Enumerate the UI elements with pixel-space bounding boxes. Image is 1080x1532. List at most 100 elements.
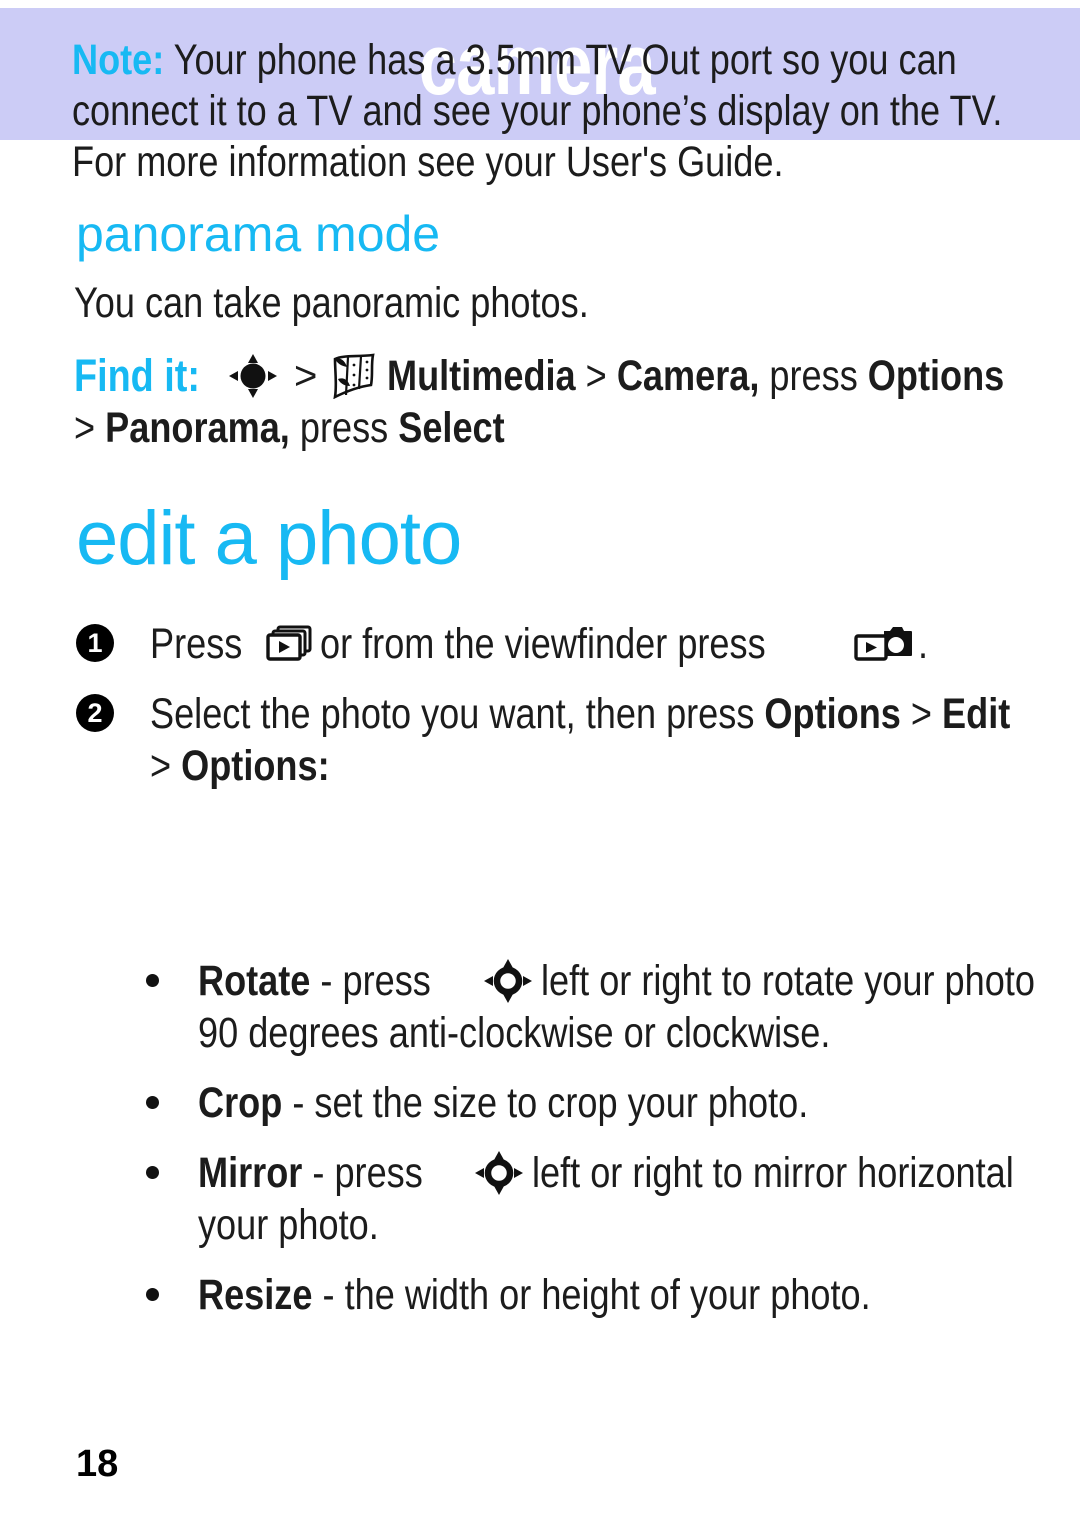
section-heading-edit-a-photo: edit a photo	[76, 496, 462, 581]
spacer-k	[324, 1149, 334, 1197]
bullet-resize-term: Resize	[198, 1270, 313, 1319]
dpad-ring-icon	[468, 1150, 530, 1196]
find-it-line-1: Find it: > Multimedia > Camera, press Op…	[74, 350, 1080, 402]
find-it-label: Find it:	[74, 350, 200, 401]
step-2-sep-1: >	[900, 689, 943, 738]
steps-list: 1 Press or from the viewfinder press . 2…	[72, 618, 1080, 810]
bullet-dot-icon	[146, 1166, 159, 1179]
spacer-l	[312, 1271, 322, 1319]
bullet-rotate-line2: 90 degrees anti-clockwise or clockwise.	[198, 1008, 831, 1057]
panorama-description: You can take panoramic photos.	[74, 279, 589, 327]
bullet-rotate: Rotate - press left or right to rotate y…	[140, 955, 1080, 1059]
multimedia-filmstrip-icon	[327, 353, 381, 400]
spacer-g	[332, 957, 342, 1005]
spacer-f	[310, 957, 320, 1005]
bullet-dot-icon	[146, 974, 159, 987]
bullet-crop: Crop - set the size to crop your photo.	[140, 1077, 1080, 1129]
bullet-dot-icon	[146, 1288, 159, 1301]
step-2-number: 2	[76, 694, 114, 732]
spacer-e	[171, 742, 181, 790]
spacer-b	[290, 404, 300, 452]
step-2-options-2: Options:	[181, 741, 330, 790]
step-2-line-1: Select the photo you want, then press Op…	[150, 690, 1010, 739]
bullet-rotate-row-2: 90 degrees anti-clockwise or clockwise.	[198, 1007, 1080, 1059]
find-it-options: Options	[868, 351, 1005, 400]
step-2: 2 Select the photo you want, then press …	[72, 688, 1080, 792]
find-it-camera: Camera,	[617, 351, 760, 400]
step-1: 1 Press or from the viewfinder press .	[72, 618, 1080, 670]
bullet-resize-dash: -	[322, 1270, 335, 1319]
step-2-row-2: > Options:	[150, 740, 1080, 792]
bullet-resize-head: Resize - the width or height of your pho…	[198, 1271, 871, 1320]
find-it-select: Select	[398, 403, 505, 452]
step-2-row-1: Select the photo you want, then press Op…	[150, 688, 1080, 740]
bullet-rotate-post: left or right to rotate your photo	[541, 956, 1036, 1005]
find-it-separator-3: >	[74, 403, 96, 452]
bullet-rotate-dash: -	[320, 956, 333, 1005]
spacer-m	[335, 1271, 345, 1319]
step-2-line-2: > Options:	[150, 742, 330, 791]
bullet-mirror-post: left or right to mirror horizontal	[531, 1148, 1014, 1197]
note-line-1: Note: Your phone has a 3.5mm TV Out port…	[72, 35, 1063, 86]
note-line-3: For more information see your User's Gui…	[72, 138, 784, 186]
spacer-j	[302, 1149, 312, 1197]
section-heading-panorama-mode: panorama mode	[76, 206, 441, 262]
dpad-filled-icon	[222, 353, 284, 399]
find-it-press-1b: press	[769, 351, 859, 400]
spacer-i	[304, 1079, 314, 1127]
bullet-mirror-pre: press	[334, 1148, 423, 1197]
camera-gallery-icon	[854, 623, 913, 665]
bullet-crop-dash: -	[292, 1078, 305, 1127]
note-line-2: connect it to a TV and see your phone’s …	[72, 87, 1003, 135]
find-it-separator-1: >	[293, 353, 318, 398]
bullet-mirror-term: Mirror	[198, 1148, 303, 1197]
bullet-mirror-dash: -	[312, 1148, 325, 1197]
find-it-block: Find it: > Multimedia > Camera, press Op…	[74, 350, 1080, 454]
find-it-press-2: press	[299, 403, 389, 452]
step-2-options: Options	[764, 689, 901, 738]
bullet-mirror-row-1: Mirror - press left or right to mirror h…	[198, 1147, 1080, 1199]
spacer-d	[754, 690, 764, 738]
bullet-rotate-pre: press	[342, 956, 431, 1005]
bullet-rotate-term: Rotate	[198, 956, 311, 1005]
bullet-crop-head: Crop - set the size to crop your photo.	[198, 1079, 808, 1128]
bullet-crop-pre: set the size to crop your photo.	[314, 1078, 809, 1127]
bullet-resize-row-1: Resize - the width or height of your pho…	[198, 1269, 1080, 1321]
options-bullet-list: Rotate - press left or right to rotate y…	[140, 955, 1080, 1339]
media-gallery-icon	[266, 624, 314, 664]
find-it-multimedia: Multimedia	[387, 351, 576, 400]
find-it-line-2-text: > Panorama, press Select	[74, 404, 505, 453]
note-text-1: Your phone has a 3.5mm TV Out port so yo…	[173, 36, 957, 84]
bullet-crop-term: Crop	[198, 1078, 283, 1127]
bullet-mirror-row-2: your photo.	[198, 1199, 1080, 1251]
step-1-post: .	[918, 619, 929, 668]
find-it-line-2: > Panorama, press Select	[74, 402, 1080, 454]
step-2-sep-2: >	[150, 741, 172, 790]
bullet-resize: Resize - the width or height of your pho…	[140, 1269, 1080, 1321]
bullet-resize-body: Resize - the width or height of your pho…	[198, 1269, 1080, 1321]
step-1-body: Press or from the viewfinder press .	[150, 618, 1080, 670]
bullet-mirror: Mirror - press left or right to mirror h…	[140, 1147, 1080, 1251]
dpad-ring-icon	[477, 958, 539, 1004]
bullet-resize-pre: the width or height of your photo.	[344, 1270, 871, 1319]
find-it-panorama: Panorama,	[105, 403, 290, 452]
spacer-a	[95, 404, 105, 452]
bullet-rotate-head: Rotate - press	[198, 957, 431, 1006]
step-1-pre: Press	[150, 619, 243, 668]
step-2-pre: Select the photo you want, then press	[150, 689, 755, 738]
step-1-row: Press or from the viewfinder press .	[150, 618, 1080, 670]
bullet-dot-icon	[146, 1096, 159, 1109]
find-it-separator-2: >	[575, 351, 618, 400]
spacer-h	[282, 1079, 292, 1127]
bullet-rotate-body: Rotate - press left or right to rotate y…	[198, 955, 1080, 1059]
spacer-c	[388, 404, 398, 452]
find-it-line-1-text: Multimedia > Camera, press Options	[387, 352, 1004, 401]
page-number: 18	[76, 1443, 119, 1485]
note-paragraph: Note: Your phone has a 3.5mm TV Out port…	[72, 35, 1080, 188]
step-2-body: Select the photo you want, then press Op…	[150, 688, 1080, 792]
bullet-mirror-head: Mirror - press	[198, 1149, 423, 1198]
bullet-rotate-row-1: Rotate - press left or right to rotate y…	[198, 955, 1080, 1007]
note-label: Note:	[72, 36, 165, 84]
step-1-mid: or from the viewfinder press	[319, 619, 766, 668]
bullet-mirror-line2: your photo.	[198, 1200, 379, 1249]
